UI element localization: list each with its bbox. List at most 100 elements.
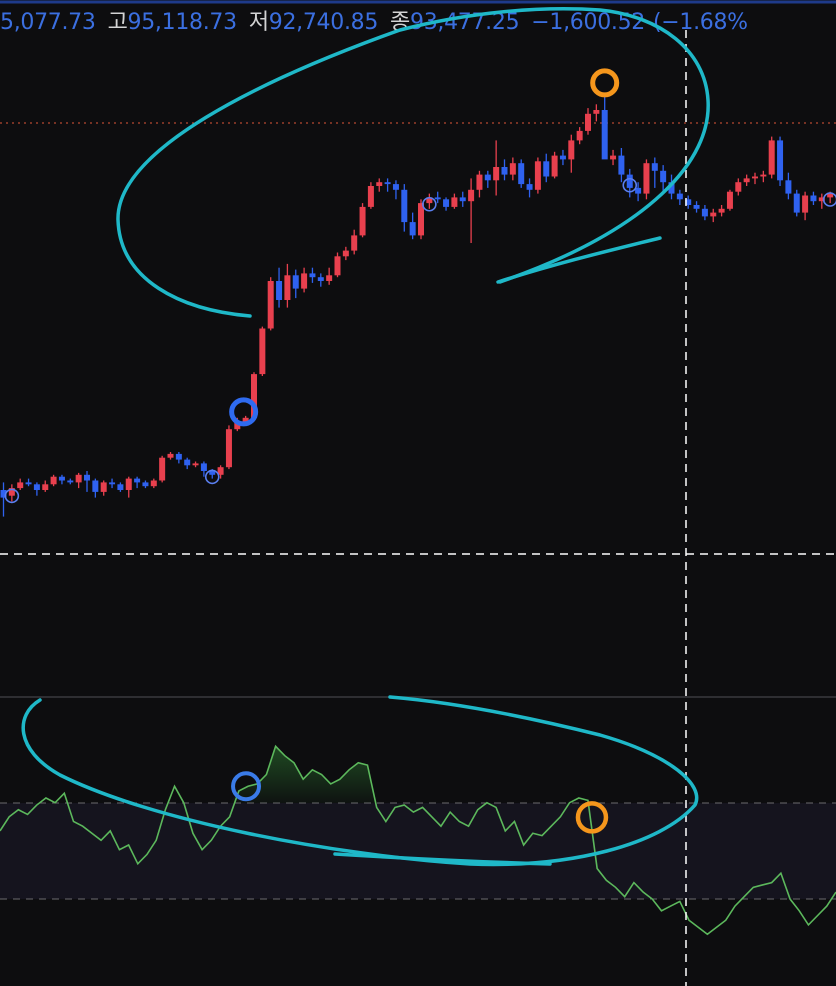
chart-canvas[interactable] [0, 0, 836, 986]
candle-body [509, 163, 516, 175]
candle-body [259, 328, 266, 375]
candle-body [501, 167, 508, 175]
indicator-band [0, 803, 836, 899]
candle-body [184, 459, 191, 466]
candle [484, 170, 491, 188]
candle-body [326, 275, 333, 281]
candle-body [109, 482, 116, 485]
candle [259, 326, 266, 376]
candle-body [693, 205, 700, 209]
candle-body [17, 482, 24, 489]
candle [392, 180, 399, 200]
candle [551, 151, 558, 179]
annotation-stroke-price[interactable] [496, 236, 662, 284]
candle [443, 197, 450, 211]
candle-body [192, 463, 199, 466]
candle-body [593, 110, 600, 114]
candle [693, 201, 700, 213]
candle [267, 277, 274, 331]
candle-body [743, 178, 750, 183]
candle [543, 153, 550, 183]
candle [67, 478, 74, 485]
candle-body [175, 453, 182, 460]
candle-body [434, 197, 441, 200]
candle [735, 178, 742, 196]
candle-body [526, 184, 533, 190]
candle [309, 267, 316, 283]
candle-body [392, 184, 399, 190]
candle [376, 178, 383, 192]
candle-body [317, 277, 324, 281]
candle-body [267, 281, 274, 329]
candle-body [75, 474, 82, 483]
candle-body [159, 457, 166, 481]
candle [451, 193, 458, 209]
candle [518, 159, 525, 188]
candle-body [710, 212, 717, 217]
candle [317, 273, 324, 287]
candle [643, 159, 650, 200]
candle-body [459, 197, 466, 202]
candle [75, 472, 82, 489]
candle [676, 189, 683, 205]
candle [710, 208, 717, 223]
candle-body [676, 193, 683, 200]
candle [752, 172, 758, 185]
candle [351, 229, 358, 255]
candle [17, 478, 24, 490]
candle-body [301, 273, 308, 289]
candle-body [359, 206, 366, 236]
candle-body [367, 186, 374, 207]
candle-body [167, 453, 174, 458]
candle [768, 136, 775, 179]
candle-body [559, 155, 566, 160]
candle [225, 425, 232, 470]
candle [301, 267, 308, 293]
candle [167, 452, 174, 460]
candle [342, 246, 349, 261]
candle-body [25, 482, 32, 485]
candle [100, 480, 107, 496]
candle [292, 269, 299, 299]
candle [117, 482, 124, 492]
candle-body [618, 155, 625, 175]
candle [134, 476, 141, 489]
candle [58, 474, 65, 485]
candle [660, 165, 667, 192]
candle-body [493, 167, 500, 181]
candle [743, 174, 750, 186]
candle [785, 172, 792, 200]
candle-body [518, 163, 525, 185]
candle-body [468, 189, 475, 202]
candle [409, 212, 416, 240]
candle-body [292, 275, 299, 289]
candle [777, 136, 784, 186]
candle [150, 478, 157, 489]
candle-body [760, 174, 767, 177]
candle-body [718, 208, 725, 213]
signal-circle-orange [590, 68, 620, 98]
candle-body [309, 273, 316, 278]
candle [426, 193, 433, 209]
candle-body [284, 275, 291, 300]
candle-body [150, 480, 157, 487]
candle [793, 189, 800, 217]
candle [585, 108, 591, 135]
candle-body [810, 195, 817, 202]
candle [493, 140, 500, 196]
candle [334, 252, 341, 278]
candle-body [534, 161, 541, 190]
candle-body [451, 197, 458, 207]
candle-body [768, 140, 775, 175]
candle [726, 189, 733, 211]
candle-body [42, 484, 49, 490]
candle [626, 168, 633, 198]
candle-body [134, 478, 141, 483]
candle-body [610, 155, 617, 160]
candle [184, 457, 191, 470]
candles-layer [0, 92, 834, 517]
candle-body [200, 463, 207, 471]
candle-body [117, 484, 124, 490]
candle-body [551, 155, 558, 177]
candle-body [125, 478, 132, 490]
